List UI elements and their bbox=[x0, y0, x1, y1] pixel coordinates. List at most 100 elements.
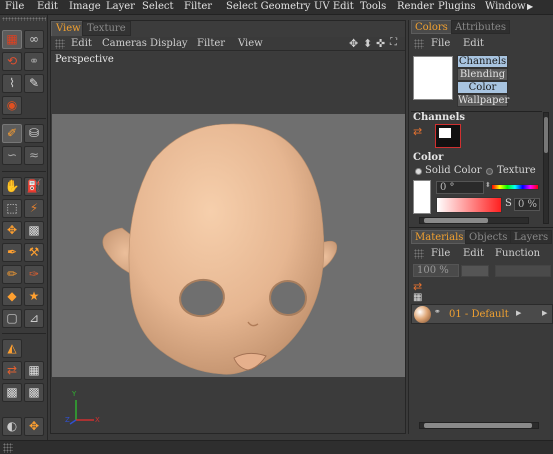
status-grip[interactable] bbox=[3, 443, 13, 453]
menu-select-geometry[interactable]: Select Geometry bbox=[226, 1, 310, 12]
blending-button[interactable]: Blending bbox=[457, 68, 508, 81]
menu-filter[interactable]: Filter bbox=[184, 1, 212, 12]
colors-vertical-scrollbar[interactable] bbox=[543, 112, 549, 224]
tab-objects[interactable]: Objects bbox=[465, 230, 512, 244]
fill-tool-button[interactable]: ⛁ bbox=[24, 124, 44, 143]
color-horizontal-scrollbar[interactable] bbox=[419, 217, 529, 224]
extra-tool-a-button[interactable]: ◐ bbox=[2, 417, 22, 436]
pattern-a-button[interactable]: ▩ bbox=[2, 383, 22, 402]
smear-tool-button[interactable]: ⌇ bbox=[2, 74, 22, 93]
viewport-canvas[interactable]: Perspective Y X Z bbox=[52, 52, 405, 433]
star-tool-button[interactable]: ★ bbox=[24, 287, 44, 306]
link-icon[interactable]: ⚭ bbox=[434, 307, 441, 316]
viewport-menu-grip[interactable] bbox=[55, 39, 65, 49]
viewport-menu-display[interactable]: Display bbox=[150, 38, 188, 49]
projection-tool-button[interactable]: ◭ bbox=[2, 339, 22, 358]
background-color-button[interactable]: ▦ bbox=[24, 361, 44, 380]
menu-file[interactable]: File bbox=[5, 1, 24, 12]
stepper-icon[interactable]: ⬍ bbox=[485, 181, 491, 189]
blur-tool-button[interactable]: ≈ bbox=[24, 146, 44, 165]
toolbox-grip[interactable] bbox=[2, 17, 46, 21]
clone-tool-button[interactable]: ⚒ bbox=[24, 243, 44, 262]
menu-layer[interactable]: Layer bbox=[106, 1, 135, 12]
arrow-right-icon[interactable]: ▶ bbox=[527, 2, 533, 11]
eraser-tool-button[interactable]: ✏ bbox=[2, 265, 22, 284]
lasso-tool-button[interactable]: ∞ bbox=[24, 30, 44, 49]
hand-tool-button[interactable]: ✋ bbox=[2, 177, 22, 196]
arrow-right-icon[interactable]: ▶ bbox=[516, 309, 521, 317]
move-tool-button[interactable]: ✥ bbox=[2, 221, 22, 240]
menu-image[interactable]: Image bbox=[69, 1, 101, 12]
wand-tool-button[interactable]: ⚡ bbox=[24, 199, 44, 218]
foreground-color-button[interactable]: ⇄ bbox=[2, 361, 22, 380]
transform-tool-button[interactable]: ⟲ bbox=[2, 52, 22, 71]
fit-icon[interactable]: ⛶ bbox=[390, 37, 397, 48]
color-swatch-preview[interactable] bbox=[413, 56, 453, 100]
menu-plugins[interactable]: Plugins bbox=[438, 1, 476, 12]
ruler-tool-button[interactable]: ⊿ bbox=[24, 309, 44, 328]
color-swap-icon[interactable]: ⇄ bbox=[413, 125, 422, 138]
menu-render[interactable]: Render bbox=[397, 1, 434, 12]
tab-materials[interactable]: Materials bbox=[411, 230, 468, 244]
link-tool-button[interactable]: ⚭ bbox=[24, 52, 44, 71]
material-options-dropdown[interactable] bbox=[495, 265, 551, 277]
eyedropper-tool-button[interactable]: ✎ bbox=[24, 74, 44, 93]
tab-colors[interactable]: Colors bbox=[411, 20, 452, 34]
viewport-menu-filter[interactable]: Filter bbox=[197, 38, 225, 49]
pattern-b-button[interactable]: ▩ bbox=[24, 383, 44, 402]
checkerboard-icon[interactable]: ▦ bbox=[413, 292, 422, 303]
head-model[interactable] bbox=[52, 52, 405, 433]
channels-button[interactable]: Channels bbox=[457, 55, 508, 68]
menu-select[interactable]: Select bbox=[142, 1, 174, 12]
saturation-field[interactable]: 0 % bbox=[514, 198, 540, 211]
texture-radio[interactable] bbox=[486, 168, 493, 175]
tab-layers[interactable]: Layers bbox=[510, 230, 553, 244]
menu-edit[interactable]: Edit bbox=[37, 1, 58, 12]
colors-menu-file[interactable]: File bbox=[431, 38, 450, 49]
scroll-thumb[interactable] bbox=[424, 423, 532, 428]
pen-tool-button[interactable]: ✒ bbox=[2, 243, 22, 262]
paint-tool-button[interactable]: ▦ bbox=[2, 30, 22, 49]
viewport-menu-cameras[interactable]: Cameras bbox=[102, 38, 147, 49]
rect-tool-button[interactable]: ▢ bbox=[2, 309, 22, 328]
move-icon[interactable]: ✥ bbox=[349, 37, 358, 50]
solid-color-radio[interactable] bbox=[415, 168, 422, 175]
brush-3d-tool-button[interactable]: ✐ bbox=[2, 124, 22, 143]
color-button[interactable]: Color bbox=[457, 81, 508, 94]
saturation-slider[interactable] bbox=[436, 197, 502, 213]
colors-menu-edit[interactable]: Edit bbox=[463, 38, 484, 49]
menu-tools[interactable]: Tools bbox=[360, 1, 386, 12]
materials-menu-function[interactable]: Function bbox=[495, 248, 540, 259]
scroll-thumb[interactable] bbox=[544, 117, 548, 153]
menu-window[interactable]: Window bbox=[485, 1, 526, 12]
arrow-right-icon[interactable]: ▶ bbox=[542, 309, 547, 317]
tab-attributes[interactable]: Attributes bbox=[451, 20, 510, 34]
opacity-field[interactable]: 100 % bbox=[413, 264, 459, 277]
colors-menu-grip[interactable] bbox=[414, 39, 424, 49]
tab-view[interactable]: View bbox=[51, 21, 86, 36]
checker-tool-button[interactable]: ▩ bbox=[24, 221, 44, 240]
extra-tool-b-button[interactable]: ✥ bbox=[24, 417, 44, 436]
airbrush-tool-button[interactable]: ✑ bbox=[24, 265, 44, 284]
menu-uv-edit[interactable]: UV Edit bbox=[314, 1, 354, 12]
paint-bucket-tool-button[interactable]: ⛽ bbox=[24, 177, 44, 196]
scroll-thumb[interactable] bbox=[424, 218, 488, 223]
marquee-tool-button[interactable]: ⬚ bbox=[2, 199, 22, 218]
wallpaper-button[interactable]: Wallpaper bbox=[457, 94, 509, 107]
viewport-menu-view[interactable]: View bbox=[238, 38, 263, 49]
shape-tool-button[interactable]: ◆ bbox=[2, 287, 22, 306]
materials-menu-file[interactable]: File bbox=[431, 248, 450, 259]
materials-menu-grip[interactable] bbox=[414, 249, 424, 259]
materials-menu-edit[interactable]: Edit bbox=[463, 248, 484, 259]
rotate-icon[interactable]: ✜ bbox=[376, 37, 385, 50]
current-color-swatch[interactable] bbox=[413, 180, 431, 214]
channel-color-preview[interactable] bbox=[435, 124, 461, 148]
tab-texture[interactable]: Texture bbox=[82, 21, 131, 36]
smudge-tool-button[interactable]: ∽ bbox=[2, 146, 22, 165]
materials-horizontal-scrollbar[interactable] bbox=[419, 422, 539, 429]
blend-mode-dropdown[interactable] bbox=[461, 265, 489, 277]
hue-slider[interactable] bbox=[491, 184, 539, 190]
material-row[interactable]: ⚭ 01 - Default ▶ ▶ bbox=[411, 304, 553, 324]
hue-field[interactable]: 0 ° bbox=[436, 181, 484, 194]
sphere-tool-button[interactable]: ◉ bbox=[2, 96, 22, 115]
